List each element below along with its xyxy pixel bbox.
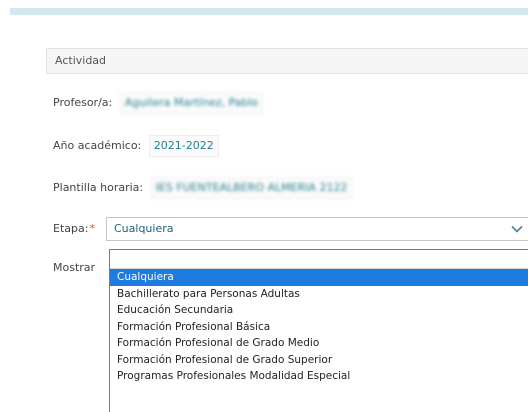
- etapa-select[interactable]: Cualquiera: [106, 217, 528, 241]
- ano-academico-value: 2021-2022: [148, 135, 219, 157]
- option-fp-grado-medio[interactable]: Formación Profesional de Grado Medio: [110, 335, 528, 352]
- option-fp-basica[interactable]: Formación Profesional Básica: [110, 319, 528, 336]
- etapa-label: Etapa:: [53, 222, 89, 235]
- profesor-value: Aguilera Martínez, Pablo: [119, 92, 264, 114]
- ano-academico-label: Año académico:: [53, 139, 142, 152]
- plantilla-horaria-value: IES FUENTEALBERO ALMERIA 2122: [150, 177, 353, 199]
- profesor-row: Profesor/a: Aguilera Martínez, Pablo: [53, 92, 264, 114]
- option-cualquiera[interactable]: Cualquiera: [110, 269, 528, 286]
- option-fp-grado-superior[interactable]: Formación Profesional de Grado Superior: [110, 352, 528, 369]
- mostrar-label: Mostrar: [53, 261, 96, 274]
- section-header-actividad: Actividad: [46, 48, 528, 74]
- option-bachillerato-adultas[interactable]: Bachillerato para Personas Adultas: [110, 286, 528, 303]
- etapa-dropdown-list[interactable]: Cualquiera Bachillerato para Personas Ad…: [109, 249, 528, 412]
- profesor-label: Profesor/a:: [53, 96, 113, 109]
- dropdown-search-input[interactable]: [110, 250, 528, 269]
- ano-academico-row: Año académico: 2021-2022: [53, 135, 219, 157]
- option-programas-especial[interactable]: Programas Profesionales Modalidad Especi…: [110, 368, 528, 385]
- etapa-label-row: Etapa:*: [53, 218, 95, 240]
- option-educacion-secundaria[interactable]: Educación Secundaria: [110, 302, 528, 319]
- top-accent-band: [0, 0, 528, 20]
- plantilla-horaria-label: Plantilla horaria:: [53, 181, 144, 194]
- chevron-down-icon[interactable]: [510, 222, 524, 236]
- plantilla-horaria-row: Plantilla horaria: IES FUENTEALBERO ALME…: [53, 177, 353, 199]
- etapa-selected-value: Cualquiera: [114, 222, 174, 235]
- accent-bar: [10, 8, 528, 15]
- required-marker: *: [89, 222, 95, 235]
